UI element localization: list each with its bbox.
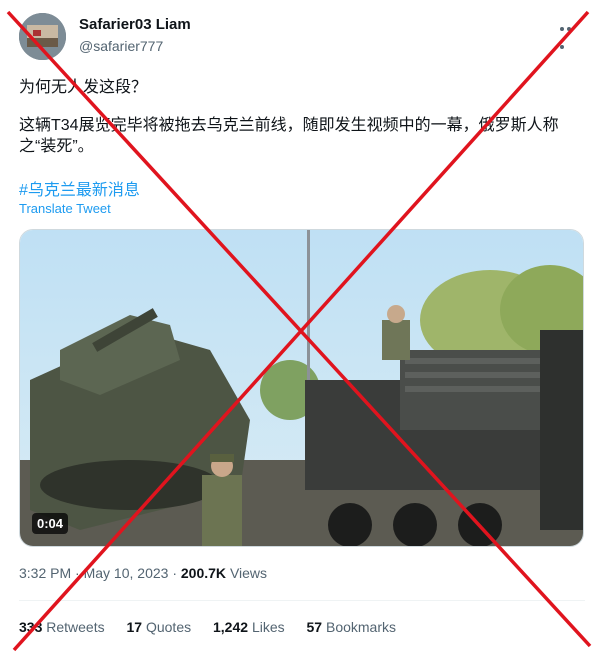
tweet-time[interactable]: 3:32 PM bbox=[19, 565, 71, 581]
author-handle[interactable]: @safarier777 bbox=[79, 38, 163, 54]
stat-likes[interactable]: 1,242 Likes bbox=[213, 619, 285, 635]
video-player[interactable]: 0:04 bbox=[19, 229, 584, 547]
tweet-line-2: 这辆T34展览完毕将被拖去乌克兰前线，随即发生视频中的一幕，俄罗斯人称之“装死”… bbox=[19, 117, 559, 155]
tweet-card: Safarier03 Liam @safarier777 为何无人发这段？ 这辆… bbox=[0, 0, 596, 653]
author-name[interactable]: Safarier03 Liam bbox=[79, 16, 191, 33]
views-count: 200.7K bbox=[180, 565, 227, 581]
translate-tweet-link[interactable]: Translate Tweet bbox=[19, 201, 111, 216]
tweet-line-1: 为何无人发这段？ bbox=[19, 79, 148, 96]
more-icon[interactable] bbox=[560, 18, 580, 49]
stat-retweets[interactable]: 333 Retweets bbox=[19, 619, 105, 635]
video-duration: 0:04 bbox=[32, 513, 69, 534]
meta-separator: · bbox=[75, 565, 80, 581]
meta-separator-2: · bbox=[172, 565, 177, 581]
tweet-date[interactable]: May 10, 2023 bbox=[84, 565, 169, 581]
tweet-meta: 3:32 PM · May 10, 2023 · 200.7K Views bbox=[19, 565, 267, 581]
hashtag-link[interactable]: #乌克兰最新消息 bbox=[19, 176, 140, 200]
stat-bookmarks[interactable]: 57 Bookmarks bbox=[307, 619, 397, 635]
engagement-stats: 333 Retweets 17 Quotes 1,242 Likes 57 Bo… bbox=[19, 619, 414, 635]
stat-quotes[interactable]: 17 Quotes bbox=[127, 619, 192, 635]
views-label: Views bbox=[229, 565, 268, 581]
tweet-text: 为何无人发这段？ 这辆T34展览完毕将被拖去乌克兰前线，随即发生视频中的一幕，俄… bbox=[19, 77, 579, 157]
video-frame bbox=[20, 230, 583, 546]
divider bbox=[19, 600, 585, 601]
avatar[interactable] bbox=[19, 13, 66, 60]
